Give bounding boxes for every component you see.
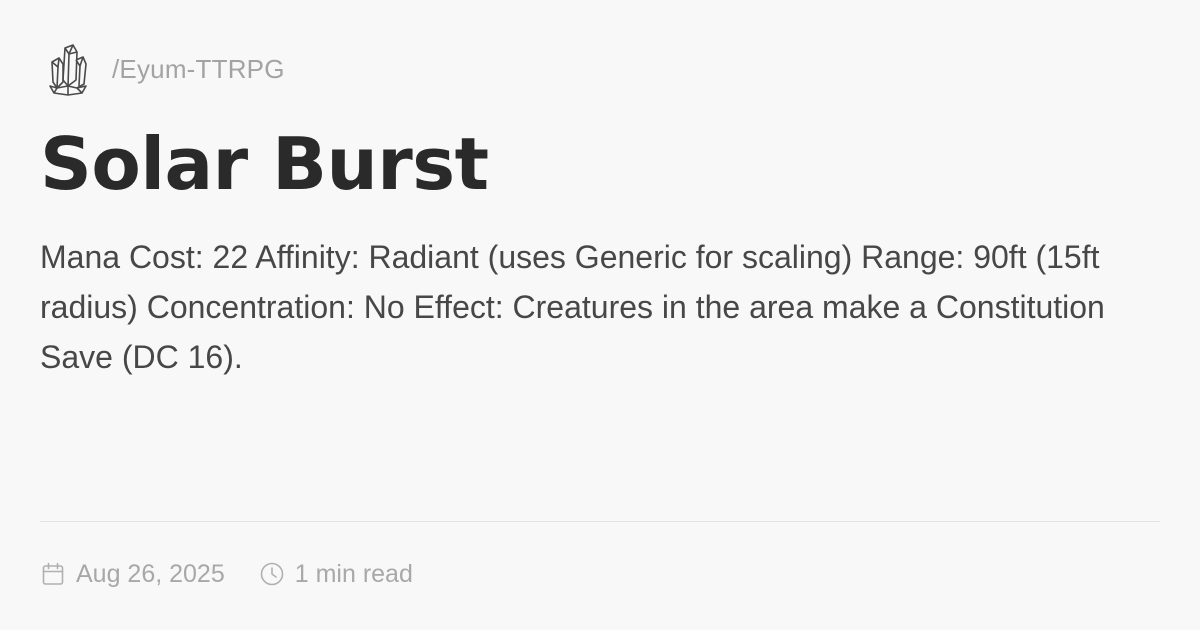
post-description: Mana Cost: 22 Affinity: Radiant (uses Ge… <box>40 239 1105 375</box>
breadcrumb-link[interactable]: /Eyum-TTRPG <box>112 54 285 85</box>
read-time-text: 1 min read <box>294 559 413 588</box>
crystal-cluster-icon[interactable] <box>46 42 90 96</box>
site-header: /Eyum-TTRPG <box>46 42 285 96</box>
divider <box>40 521 1160 522</box>
calendar-icon <box>42 562 64 585</box>
clock-icon <box>260 562 284 586</box>
page-title: Solar Burst <box>40 122 489 206</box>
publish-date: Aug 26, 2025 <box>40 560 225 589</box>
read-time: 1 min read <box>259 560 413 589</box>
post-meta: Aug 26, 2025 1 min read <box>40 556 413 592</box>
date-text: Aug 26, 2025 <box>76 559 225 588</box>
